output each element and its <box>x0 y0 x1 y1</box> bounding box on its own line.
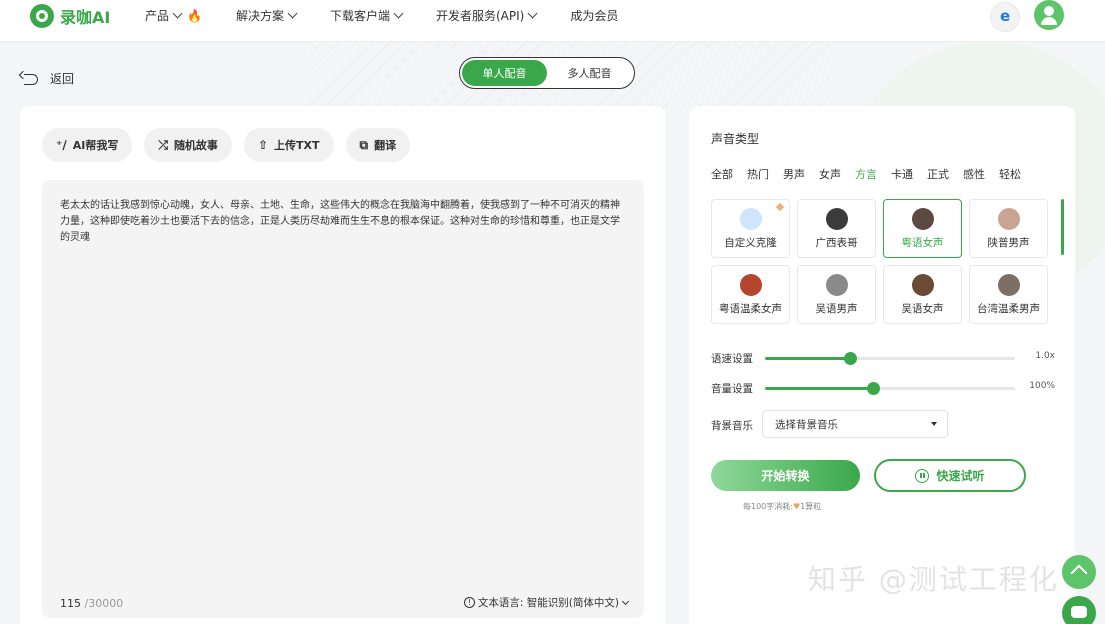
logo-icon <box>30 4 54 28</box>
voice-card[interactable]: 广西表哥 <box>797 199 876 258</box>
tab-single-voice[interactable]: 单人配音 <box>462 60 547 86</box>
text-editor[interactable]: 老太太的话让我感到惊心动魄，女人、母亲、土地、生命，这些伟大的概念在我脑海中翻腾… <box>42 180 644 618</box>
voice-card[interactable]: 吴语女声 <box>883 265 962 324</box>
upload-txt-button[interactable]: ⇧ 上传TXT <box>243 128 334 162</box>
back-button[interactable]: 返回 <box>20 70 74 87</box>
sparkle-pen-icon: ⁺∕ <box>56 138 67 152</box>
ai-write-button[interactable]: ⁺∕ AI帮我写 <box>42 128 133 162</box>
tab-male[interactable]: 男声 <box>783 166 805 182</box>
nav-item-api[interactable]: 开发者服务(API) <box>436 7 538 24</box>
chevron-down-icon <box>621 597 630 605</box>
volume-slider-row: 音量设置 100% <box>711 381 1055 395</box>
tab-hot[interactable]: 热门 <box>747 166 769 182</box>
voice-avatar <box>740 208 762 230</box>
voice-avatar <box>826 208 848 230</box>
nav-item-solutions[interactable]: 解决方案 <box>236 7 298 24</box>
voice-type-title: 声音类型 <box>711 132 760 146</box>
mode-toggle: 单人配音 多人配音 <box>459 57 635 89</box>
tab-dialect[interactable]: 方言 <box>855 166 877 182</box>
voice-avatar <box>998 208 1020 230</box>
voice-card[interactable]: 台湾温柔男声 <box>969 265 1048 324</box>
voice-category-tabs: 全部 热门 男声 女声 方言 卡通 正式 感性 轻松 <box>711 166 1035 182</box>
logo-text: 录咖AI <box>60 8 111 27</box>
tab-relaxed[interactable]: 轻松 <box>999 166 1021 182</box>
tab-cartoon[interactable]: 卡通 <box>891 166 913 182</box>
nav-item-product[interactable]: 产品 🔥 <box>145 7 202 24</box>
voice-avatar <box>912 274 934 296</box>
volume-slider-handle[interactable] <box>866 382 880 395</box>
editor-text[interactable]: 老太太的话让我感到惊心动魄，女人、母亲、土地、生命，这些伟大的概念在我脑海中翻腾… <box>60 198 626 246</box>
top-navbar: 录咖AI 产品 🔥 解决方案 下载客户端 开发者服务(API) 成为会员 <box>0 0 1105 42</box>
voice-card[interactable]: 吴语男声 <box>797 265 876 324</box>
nav-item-membership[interactable]: 成为会员 <box>570 7 618 24</box>
upload-icon: ⇧ <box>257 138 268 152</box>
logo[interactable]: 录咖AI <box>30 3 110 29</box>
voice-grid-scrollbar[interactable] <box>1061 199 1064 255</box>
tab-all[interactable]: 全部 <box>711 166 733 182</box>
speed-slider-fill <box>765 357 850 360</box>
volume-slider[interactable] <box>765 382 1015 395</box>
tab-female[interactable]: 女声 <box>819 166 841 182</box>
speed-slider-handle[interactable] <box>844 352 857 365</box>
text-input-panel: ⁺∕ AI帮我写 ⤮ 随机故事 ⇧ 上传TXT ⧉ 翻译 老太太的话让我感到惊心… <box>20 106 666 624</box>
voice-avatar <box>740 274 762 296</box>
chevron-down-icon <box>172 8 183 19</box>
back-to-top-button[interactable] <box>1062 555 1096 589</box>
voice-card[interactable]: 自定义克隆 <box>711 199 790 258</box>
translate-button[interactable]: ⧉ 翻译 <box>345 128 411 162</box>
speed-slider[interactable] <box>765 352 1015 365</box>
start-convert-button[interactable]: 开始转换 <box>711 460 860 491</box>
voice-card-selected[interactable]: 粤语女声 <box>883 199 962 258</box>
cost-note: 每100字消耗:♥1算粒 <box>743 502 822 511</box>
tab-multi-voice[interactable]: 多人配音 <box>547 60 632 86</box>
info-icon: ! <box>463 597 475 608</box>
voice-card[interactable]: 陕普男声 <box>969 199 1048 258</box>
tab-emotional[interactable]: 感性 <box>963 166 985 182</box>
user-avatar[interactable] <box>1034 0 1064 30</box>
chevron-down-icon <box>527 8 538 19</box>
main-nav: 产品 🔥 解决方案 下载客户端 开发者服务(API) 成为会员 <box>145 7 652 24</box>
voice-card[interactable]: 粤语温柔女声 <box>711 265 790 324</box>
tool-bar: ⁺∕ AI帮我写 ⤮ 随机故事 ⇧ 上传TXT ⧉ 翻译 <box>42 128 422 162</box>
bgm-select[interactable]: 选择背景音乐 <box>762 410 948 438</box>
browser-extension-icon[interactable] <box>990 2 1020 32</box>
shuffle-icon: ⤮ <box>158 137 168 152</box>
watermark: 知乎 @测试工程化 <box>808 563 1059 596</box>
voice-grid: 自定义克隆 广西表哥 粤语女声 陕普男声 粤语温柔女声 吴语男声 吴语女声 台湾… <box>711 199 1051 331</box>
translate-icon: ⧉ <box>359 137 369 152</box>
nav-item-download[interactable]: 下载客户端 <box>330 7 404 24</box>
char-count: 115 /30000 <box>60 597 124 610</box>
voice-avatar <box>826 274 848 296</box>
fire-icon: 🔥 <box>187 8 202 23</box>
voice-avatar <box>912 208 934 230</box>
chevron-down-icon <box>393 8 404 19</box>
text-language-select[interactable]: ! 文本语言: 智能识别(简体中文) <box>463 595 630 610</box>
tab-formal[interactable]: 正式 <box>927 166 949 182</box>
bgm-label: 背景音乐 <box>711 420 753 432</box>
pause-circle-icon <box>915 468 930 483</box>
speed-slider-row: 语速设置 1.0x <box>711 351 1055 365</box>
chevron-down-icon <box>287 8 298 19</box>
chat-button[interactable] <box>1062 596 1096 624</box>
quick-listen-button[interactable]: 快速试听 <box>874 459 1026 492</box>
back-arrow-icon <box>20 72 40 86</box>
voice-avatar <box>998 274 1020 296</box>
voice-settings-panel: 声音类型 全部 热门 男声 女声 方言 卡通 正式 感性 轻松 自定义克隆 广西… <box>689 106 1075 624</box>
volume-slider-fill <box>765 387 873 390</box>
tag-icon <box>775 202 785 212</box>
caret-down-icon <box>931 422 937 426</box>
random-story-button[interactable]: ⤮ 随机故事 <box>144 128 232 162</box>
